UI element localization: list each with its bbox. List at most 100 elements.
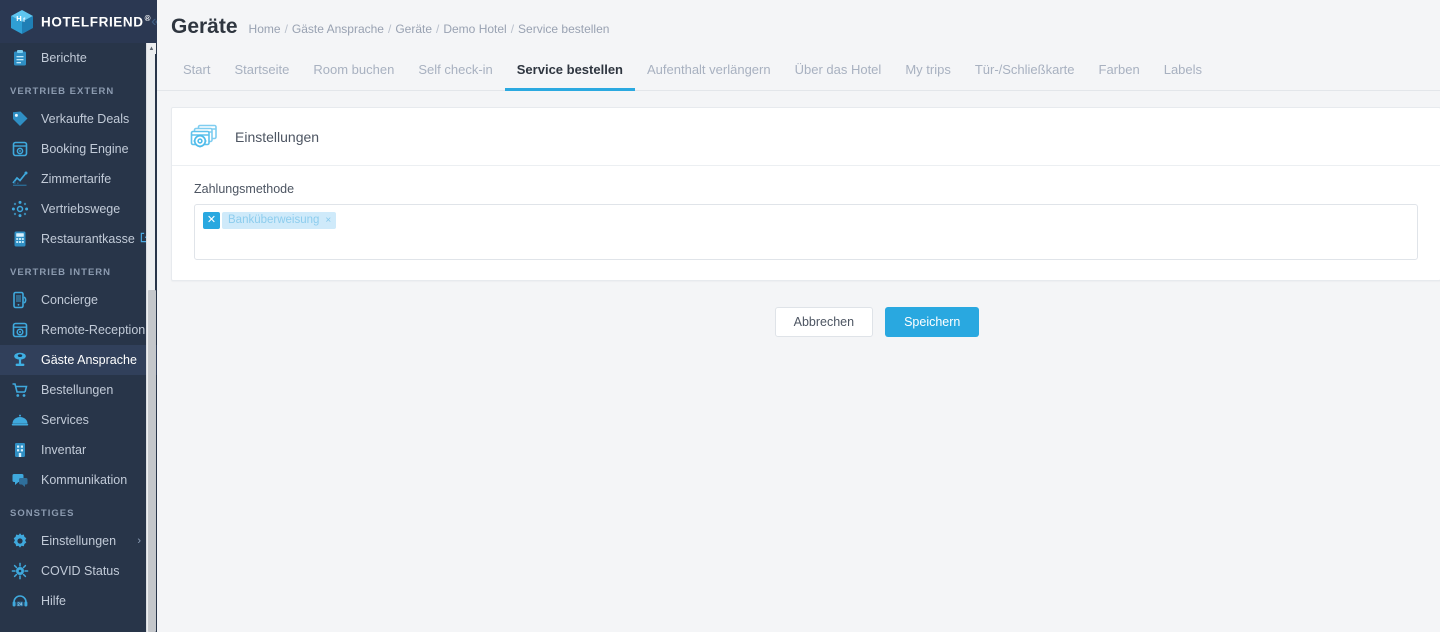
brand-name: HOTELFRIEND xyxy=(41,14,144,30)
sidebar-item-booking-engine[interactable]: Booking Engine xyxy=(0,134,157,164)
svg-text:24: 24 xyxy=(17,601,22,606)
settings-card-body: Zahlungsmethode ✕ Banküberweisung × xyxy=(172,166,1440,280)
breadcrumb-item[interactable]: Demo Hotel xyxy=(443,22,506,36)
booking-engine-icon xyxy=(10,140,30,158)
sidebar-item-bestellungen[interactable]: Bestellungen xyxy=(0,375,157,405)
sidebar-item-label: Kommunikation xyxy=(41,473,128,487)
sidebar-section-heading: VERTRIEB EXTERN xyxy=(10,86,115,97)
shopping-cart-icon xyxy=(10,381,30,399)
sidebar-item-remote-reception[interactable]: Remote-Reception xyxy=(0,315,157,345)
breadcrumb-separator: / xyxy=(436,21,440,36)
content-area: Einstellungen Zahlungsmethode ✕ Banküber… xyxy=(157,91,1440,337)
network-channels-icon xyxy=(10,200,30,218)
tag-label: Banküberweisung xyxy=(228,214,320,226)
sidebar-item-label: Bestellungen xyxy=(41,383,114,397)
sidebar-item-kommunikation[interactable]: Kommunikation xyxy=(0,465,157,495)
settings-card-title: Einstellungen xyxy=(235,128,320,145)
pos-terminal-icon xyxy=(10,230,30,248)
breadcrumb-separator: / xyxy=(387,21,392,36)
page-title: Geräte xyxy=(171,14,238,38)
sidebar-item-label: Booking Engine xyxy=(41,142,129,156)
sidebar-scrollbar[interactable]: ▲ xyxy=(146,43,156,632)
breadcrumb-item[interactable]: Geräte xyxy=(395,22,432,36)
breadcrumb-separator: / xyxy=(284,21,288,36)
breadcrumb-item[interactable]: Home xyxy=(249,22,281,36)
tab-bar: Start Startseite Room buchen Self check-in S… xyxy=(157,53,1440,91)
payment-method-tag: ✕ Banküberweisung × xyxy=(203,212,337,229)
tab-start[interactable]: Start xyxy=(171,62,222,91)
virus-icon xyxy=(10,562,30,580)
sidebar-item-label: Vertriebswege xyxy=(41,202,121,216)
cancel-button[interactable]: Abbrechen xyxy=(774,307,874,337)
sidebar-item-label: COVID Status xyxy=(41,564,120,578)
svg-text:H: H xyxy=(16,14,21,23)
clear-selection-icon[interactable]: ✕ xyxy=(203,212,220,229)
inventory-building-icon xyxy=(10,441,30,459)
sidebar-scrollbar-thumb[interactable] xyxy=(148,290,156,632)
tab-room-buchen[interactable]: Room buchen xyxy=(301,62,406,91)
sidebar-item-services[interactable]: Services xyxy=(0,405,157,435)
chart-rates-icon xyxy=(10,170,30,188)
chevron-right-icon[interactable]: › xyxy=(137,535,141,547)
tab-my-trips[interactable]: My trips xyxy=(893,62,963,91)
sidebar-item-hilfe[interactable]: 24 Hilfe xyxy=(0,586,157,616)
sidebar-item-vertriebswege[interactable]: Vertriebswege xyxy=(0,194,157,224)
sidebar-nav: Berichte VERTRIEB EXTERN Verkaufte Deals Bo… xyxy=(0,43,157,632)
tag-remove-icon[interactable]: × xyxy=(325,215,331,226)
sidebar-item-berichte[interactable]: Berichte xyxy=(0,43,157,73)
payment-method-label: Zahlungsmethode xyxy=(194,182,295,196)
main-content: Geräte Home / Gäste Ansprache / Geräte / Demo … xyxy=(157,0,1440,632)
sidebar-item-label: Concierge xyxy=(41,293,98,307)
settings-windows-gear-icon xyxy=(189,122,219,152)
form-actions: Abbrechen Speichern xyxy=(157,307,1440,337)
sidebar-item-inventar[interactable]: Inventar xyxy=(0,435,157,465)
tag-bankueberweisung[interactable]: Banküberweisung × xyxy=(222,212,337,229)
remote-reception-icon xyxy=(10,321,30,339)
mobile-concierge-icon xyxy=(10,291,30,309)
breadcrumb: Home / Gäste Ansprache / Geräte / Demo Hotel / S… xyxy=(249,18,610,36)
page-header: Geräte Home / Gäste Ansprache / Geräte / Demo … xyxy=(157,0,1440,53)
sidebar-item-label: Inventar xyxy=(41,443,87,457)
sidebar-item-label: Restaurantkasse xyxy=(41,232,135,246)
cube-hf-logo-icon: H f xyxy=(10,9,34,35)
sidebar-section-heading: SONSTIGES xyxy=(10,508,75,519)
tab-startseite[interactable]: Startseite xyxy=(222,62,301,91)
save-button[interactable]: Speichern xyxy=(885,307,980,337)
tab-service-bestellen[interactable]: Service bestellen xyxy=(504,62,635,91)
sidebar-item-restaurantkasse[interactable]: Restaurantkasse xyxy=(0,224,157,254)
tag-deal-icon xyxy=(10,110,30,128)
sidebar-item-einstellungen[interactable]: Einstellungen › xyxy=(0,526,157,556)
gear-icon xyxy=(10,532,30,550)
sidebar-item-label: Gäste Ansprache xyxy=(41,353,137,367)
sidebar-item-zimmertarife[interactable]: Zimmertarife xyxy=(0,164,157,194)
sidebar-item-g-ste-ansprache[interactable]: Gäste Ansprache xyxy=(0,345,157,375)
sidebar-item-label: Services xyxy=(41,413,89,427)
tab-aufenthalt-verl-ngern[interactable]: Aufenthalt verlängern xyxy=(635,62,783,91)
settings-card: Einstellungen Zahlungsmethode ✕ Banküber… xyxy=(171,107,1440,281)
tab-t-r-schlie-karte[interactable]: Tür-/Schließkarte xyxy=(963,62,1087,91)
sidebar-logo-row[interactable]: H f HOTELFRIEND® « xyxy=(0,0,157,43)
breadcrumb-separator: / xyxy=(510,21,515,36)
sidebar-item-concierge[interactable]: Concierge xyxy=(0,285,157,315)
sidebar: H f HOTELFRIEND® « Berichte VERTRIEB EXTE… xyxy=(0,0,157,632)
sidebar-item-verkaufte-deals[interactable]: Verkaufte Deals xyxy=(0,104,157,134)
breadcrumb-item[interactable]: Gäste Ansprache xyxy=(292,22,384,36)
sidebar-item-label: Remote-Reception xyxy=(41,323,146,337)
sidebar-item-label: Hilfe xyxy=(41,594,67,608)
sidebar-item-label: Verkaufte Deals xyxy=(41,112,130,126)
breadcrumb-item[interactable]: Service bestellen xyxy=(518,22,609,36)
tab-labels[interactable]: Labels xyxy=(1152,62,1214,91)
room-service-dome-icon xyxy=(10,411,30,429)
tab-farben[interactable]: Farben xyxy=(1087,62,1152,91)
tab-ber-das-hotel[interactable]: Über das Hotel xyxy=(783,62,894,91)
clipboard-report-icon xyxy=(10,49,30,67)
scroll-up-arrow-icon[interactable]: ▲ xyxy=(147,43,156,54)
sidebar-item-covid-status[interactable]: COVID Status xyxy=(0,556,157,586)
sidebar-item-label: Berichte xyxy=(41,51,87,65)
chat-bubbles-icon xyxy=(10,471,30,489)
payment-method-multiselect[interactable]: ✕ Banküberweisung × xyxy=(194,204,1418,260)
guest-address-icon xyxy=(10,351,30,369)
tab-self-check-in[interactable]: Self check-in xyxy=(406,62,504,91)
sidebar-item-label: Einstellungen xyxy=(41,534,117,548)
brand-wordmark: HOTELFRIEND® xyxy=(41,14,151,30)
